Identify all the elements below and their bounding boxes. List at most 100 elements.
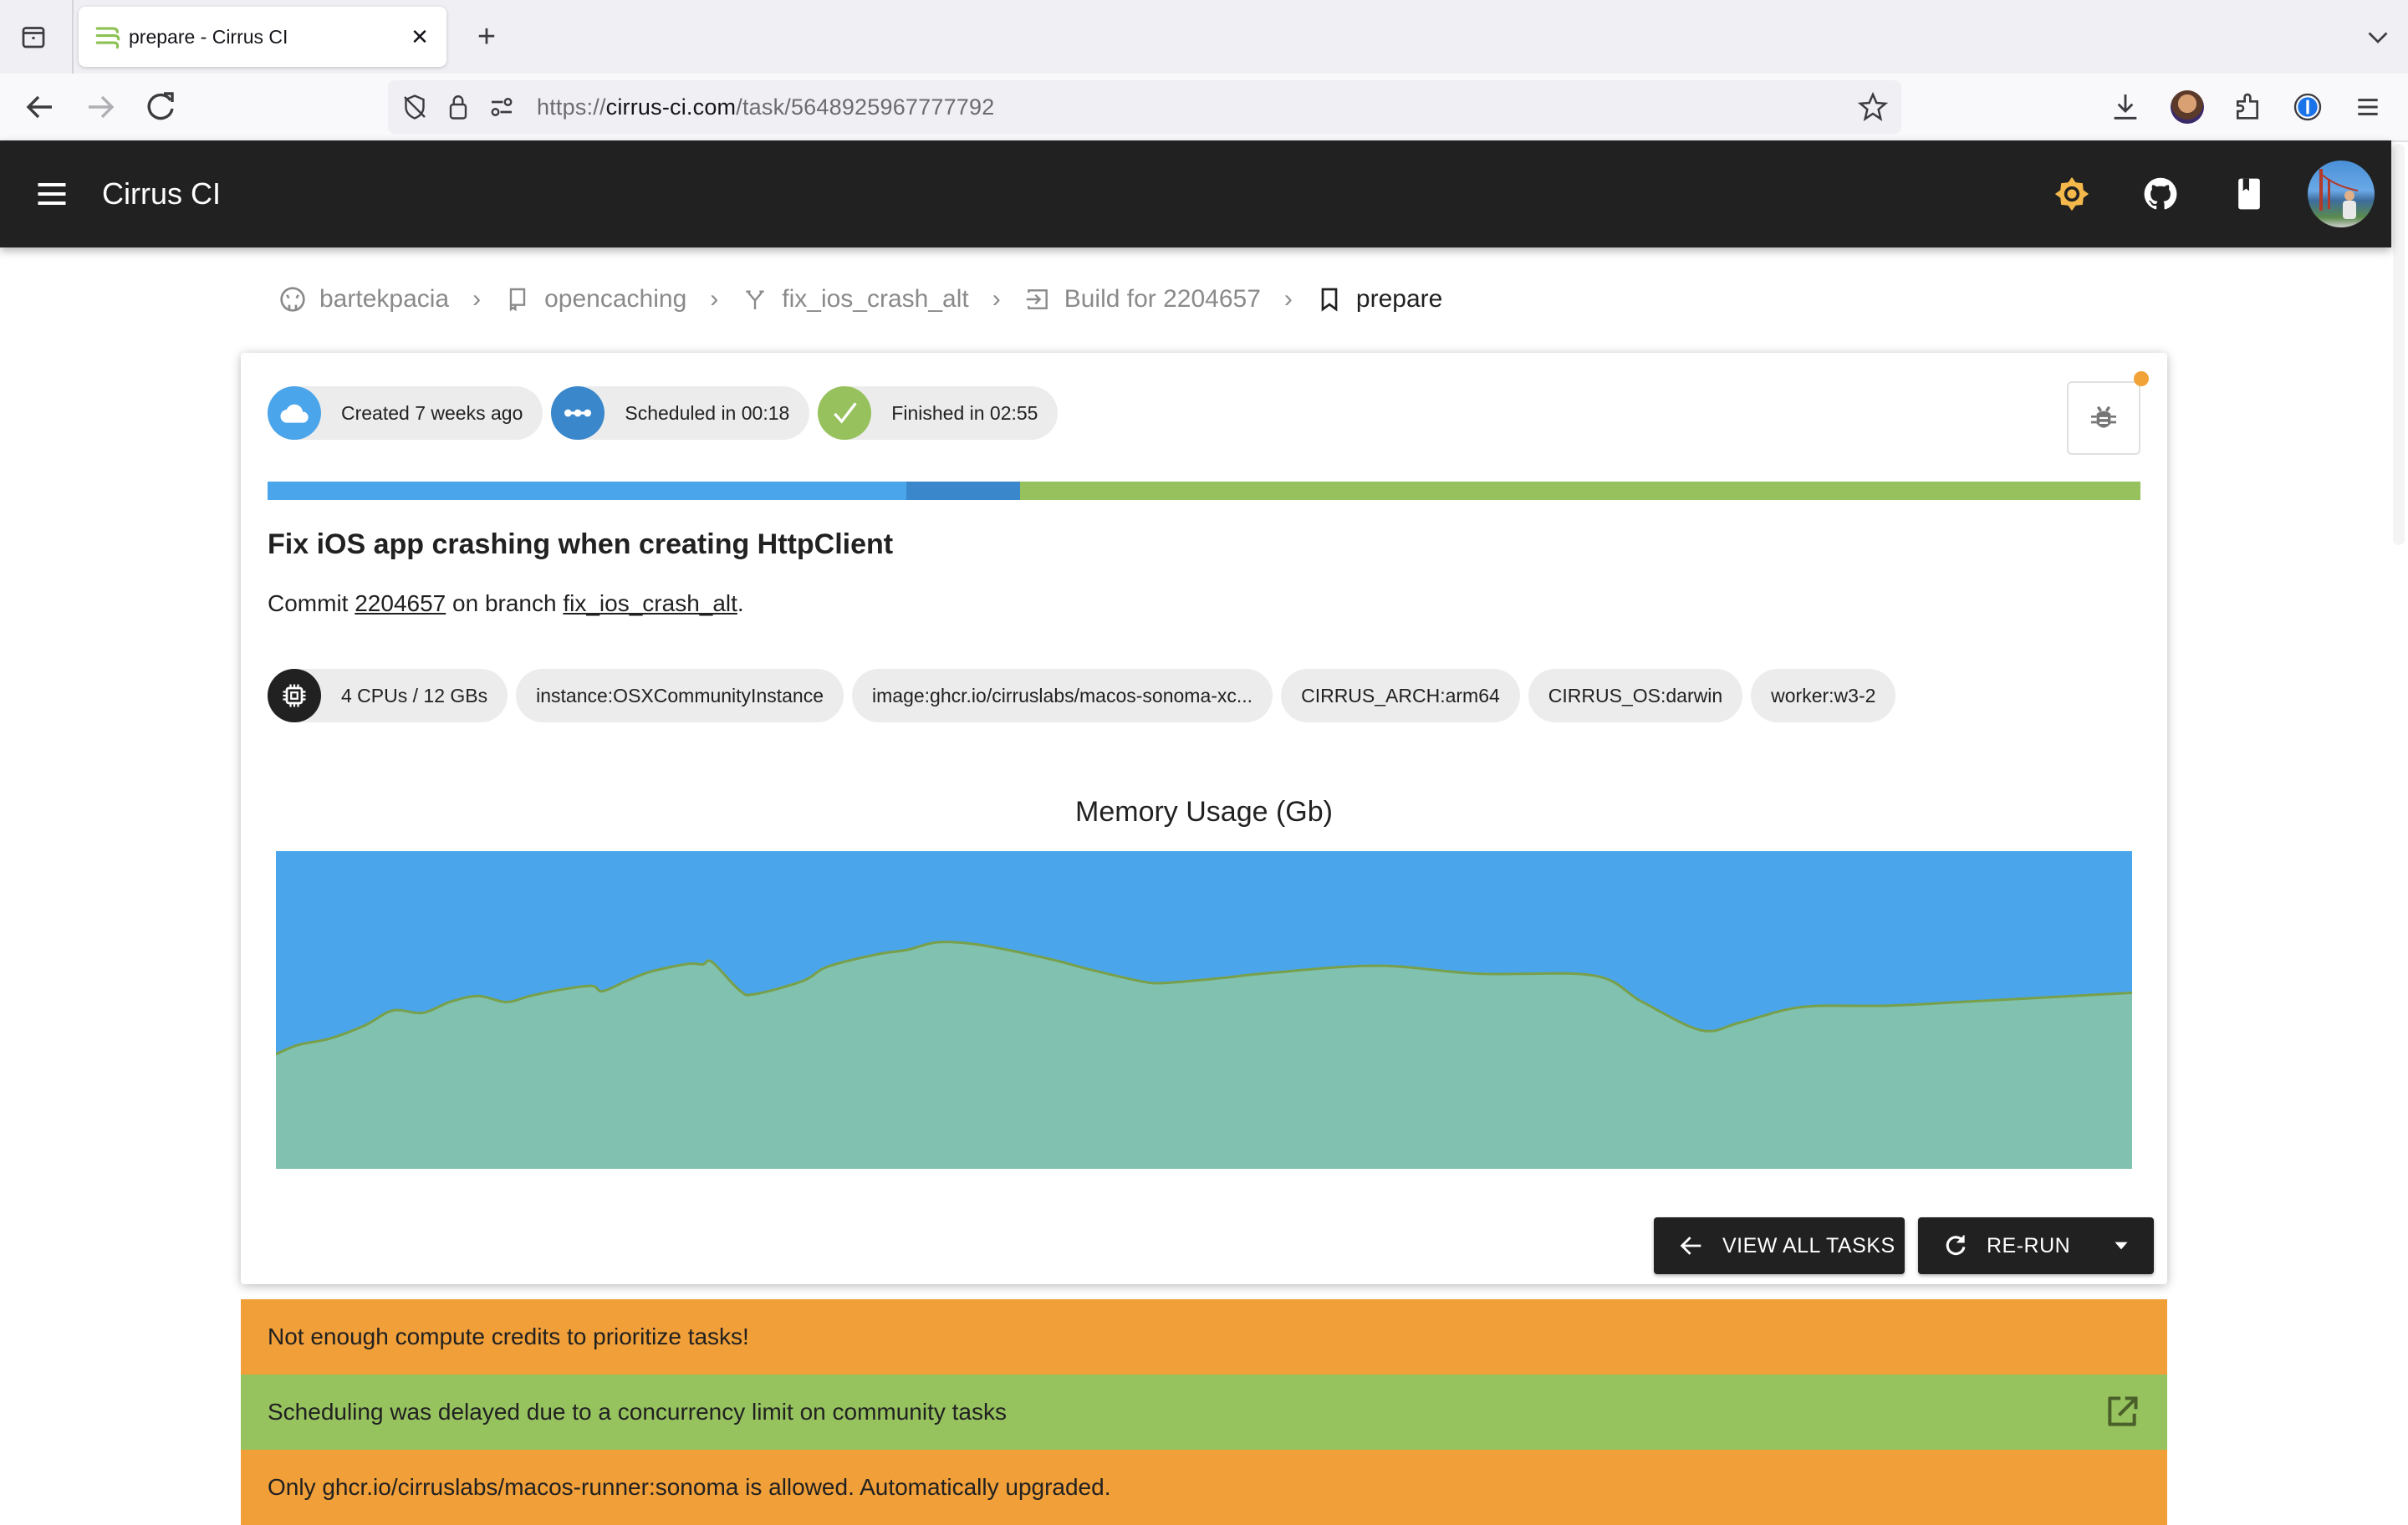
timeline-segment-scheduled [906,482,1021,500]
scheduled-dots-icon [551,386,605,440]
close-tab-icon[interactable]: ✕ [405,22,435,52]
account-avatar-icon[interactable] [2171,90,2204,124]
chevron-right-icon: › [1283,285,1293,313]
status-chip-scheduled: Scheduled in 00:18 [551,386,810,440]
tag-chip: CIRRUS_ARCH:arm64 [1281,669,1520,722]
app-header: Cirrus CI [0,140,2391,247]
tag-chip: image:ghcr.io/cirruslabs/macos-sonoma-xc… [852,669,1273,722]
check-icon [818,386,872,440]
notice-banner-credits: Not enough compute credits to prioritize… [241,1299,2167,1375]
bookmark-star-icon[interactable] [1856,90,1890,124]
url-text[interactable]: https://cirrus-ci.com/task/5648925967777… [537,80,994,134]
breadcrumb-item-branch[interactable]: fix_ios_crash_alt › [742,285,1023,314]
status-chips: Created 7 weeks ago Scheduled in 00:18 F… [268,386,1059,440]
rerun-button[interactable]: RE-RUN [1918,1217,2154,1274]
banner-text: Scheduling was delayed due to a concurre… [268,1399,1007,1425]
view-all-tasks-label: VIEW ALL TASKS [1722,1233,1895,1257]
task-tags: 4 CPUs / 12 GBs instance:OSXCommunityIns… [268,669,2140,722]
tab-overview-icon[interactable] [18,22,48,52]
notice-banner-image-upgrade: Only ghcr.io/cirruslabs/macos-runner:son… [241,1450,2167,1525]
repository-icon [509,288,526,312]
task-actions: VIEW ALL TASKS RE-RUN [1654,1217,2154,1274]
status-chip-label: Finished in 02:55 [891,401,1038,424]
browser-nav-bar: https://cirrus-ci.com/task/5648925967777… [0,74,2408,142]
downloads-icon[interactable] [2109,90,2142,124]
breadcrumb-label: prepare [1355,285,1443,313]
back-arrow-icon[interactable] [20,87,60,127]
tracking-protection-icon[interactable] [400,92,430,122]
reload-icon[interactable] [140,87,181,127]
github-icon [280,287,305,312]
branch-prefix: on branch [446,590,564,616]
status-chip-label: Scheduled in 00:18 [625,401,790,424]
github-icon[interactable] [2142,176,2179,212]
app-menu-icon[interactable] [2351,90,2385,124]
lock-icon[interactable] [443,92,473,122]
tag-chip: CIRRUS_OS:darwin [1528,669,1743,722]
extensions-icon[interactable] [2231,90,2264,124]
browser-tab-active[interactable]: prepare - Cirrus CI ✕ [79,7,446,67]
breadcrumb-item-owner[interactable]: bartekpacia › [279,285,504,314]
rerun-label: RE-RUN [1987,1233,2071,1257]
memory-usage-chart [276,851,2132,1169]
chevron-right-icon: › [992,285,1001,313]
breadcrumb-item-repository[interactable]: opencaching › [504,285,742,314]
task-card: Created 7 weeks ago Scheduled in 00:18 F… [241,353,2167,1284]
debug-button[interactable] [2067,371,2149,455]
breadcrumb: bartekpacia › opencaching › fix_ios_cras… [279,276,1442,323]
password-manager-icon[interactable] [2291,90,2324,124]
docs-book-icon[interactable] [2231,176,2268,212]
view-all-tasks-button[interactable]: VIEW ALL TASKS [1654,1217,1905,1274]
tag-chip: worker:w3-2 [1751,669,1896,722]
page-scrollbar[interactable] [2393,144,2405,545]
hamburger-menu-icon[interactable] [33,176,70,212]
site-permissions-icon[interactable] [487,92,517,122]
breadcrumb-label: bartekpacia [319,285,450,313]
task-timeline-bar [268,482,2140,500]
forward-arrow-icon[interactable] [80,87,120,127]
rerun-dropdown-caret-icon[interactable] [2110,1235,2132,1257]
url-host: cirrus-ci.com [605,94,737,120]
resources-label: 4 CPUs / 12 GBs [341,684,488,706]
chart-title: Memory Usage (Gb) [1075,796,1333,828]
arrow-left-icon [1680,1237,1701,1255]
url-bar[interactable]: https://cirrus-ci.com/task/5648925967777… [388,80,1901,134]
breadcrumb-item-task: prepare [1316,285,1442,314]
tag-chip: instance:OSXCommunityInstance [516,669,844,722]
breadcrumb-label: Build for 2204657 [1064,285,1261,313]
chevron-down-icon[interactable] [2363,22,2393,52]
breadcrumb-label: opencaching [544,285,687,313]
timeline-segment-executing [1020,482,2140,500]
status-chip-label: Created 7 weeks ago [341,401,523,424]
open-in-new-icon[interactable] [2104,1394,2140,1431]
banner-text: Only ghcr.io/cirruslabs/macos-runner:son… [268,1474,1111,1500]
branch-link[interactable]: fix_ios_crash_alt [563,590,737,616]
timeline-segment-created [268,482,906,500]
breadcrumb-item-build[interactable]: Build for 2204657 › [1024,285,1316,314]
cloud-icon [268,386,321,440]
bookmark-icon [1321,288,1338,312]
status-chip-created: Created 7 weeks ago [268,386,543,440]
branch-icon [746,290,764,309]
cpu-chip-icon [268,669,321,722]
app-brand-title[interactable]: Cirrus CI [102,140,221,247]
task-title: Fix iOS app crashing when creating HttpC… [268,528,894,560]
tab-strip-divider [72,0,74,74]
new-tab-button[interactable]: + [468,18,505,55]
banner-text: Not enough compute credits to prioritize… [268,1324,749,1349]
bug-icon [2091,405,2116,428]
chevron-right-icon: › [710,285,719,313]
refresh-icon [1946,1235,1966,1256]
browser-tab-strip: prepare - Cirrus CI ✕ + [0,0,2408,74]
user-avatar[interactable] [2308,161,2375,227]
cirrus-favicon-icon [95,27,120,49]
chevron-right-icon: › [472,285,482,313]
commit-link[interactable]: 2204657 [355,590,446,616]
commit-prefix: Commit [268,590,355,616]
notice-banner-concurrency: Scheduling was delayed due to a concurre… [241,1375,2167,1450]
build-input-icon [1026,289,1048,309]
url-path: /task/5648925967777792 [736,94,995,120]
commit-info: Commit 2204657 on branch fix_ios_crash_a… [268,590,744,617]
status-chip-finished: Finished in 02:55 [818,386,1059,440]
theme-toggle-icon[interactable] [2053,176,2090,212]
